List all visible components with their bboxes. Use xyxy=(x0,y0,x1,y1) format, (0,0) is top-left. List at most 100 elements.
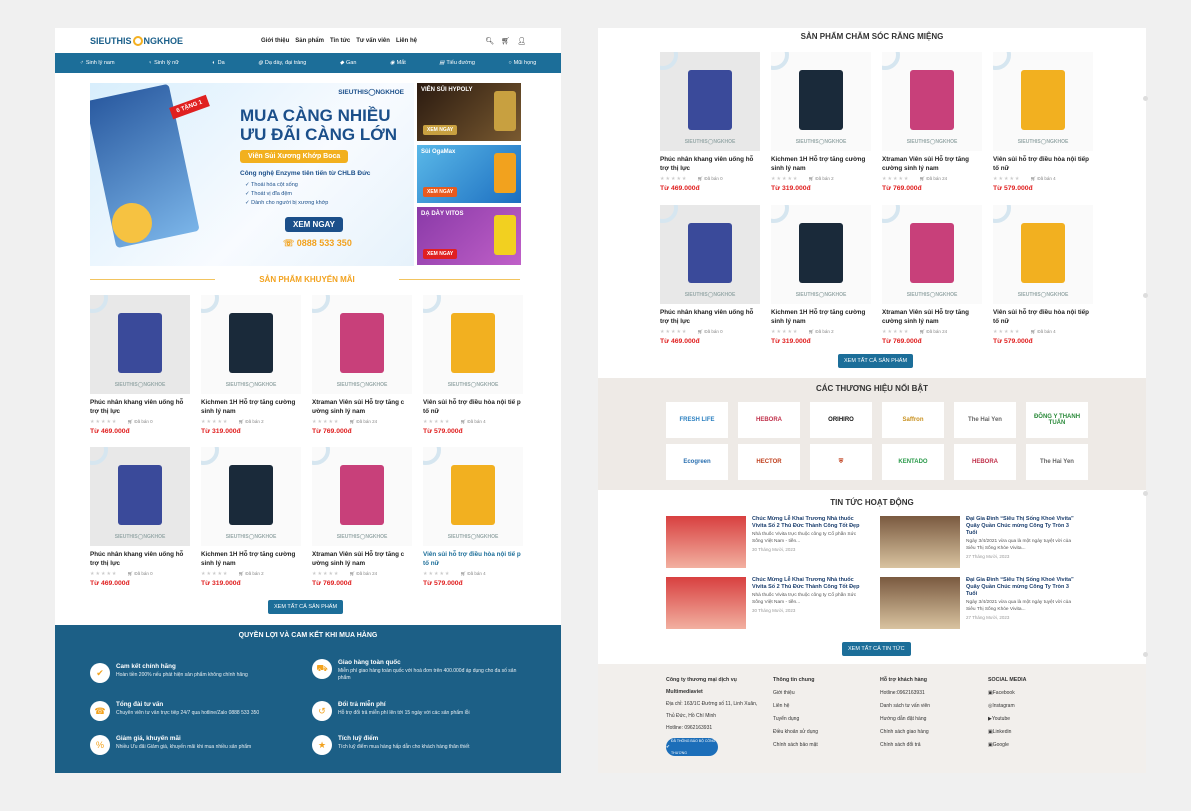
footer-link[interactable]: Chính sách giao hàng xyxy=(880,726,930,739)
category-item[interactable]: ○ Mũi họng xyxy=(508,60,536,66)
product-card[interactable]: SIEUTHIS◯NGKHOE Xtraman Viên sủi Hỗ trợ … xyxy=(882,205,982,355)
product-name[interactable]: Xtraman Viên sủi Hỗ trợ tăng c ường sinh… xyxy=(312,398,412,416)
product-image[interactable]: SIEUTHIS◯NGKHOE xyxy=(312,447,412,546)
product-name[interactable]: Xtraman Viên sủi Hỗ trợ tăng cường sinh … xyxy=(882,155,982,173)
footer-link[interactable]: Danh sách tư vấn viên xyxy=(880,700,930,713)
product-name[interactable]: Phúc nhân khang viên uống hỗ trợ thị lực xyxy=(660,155,760,173)
brand-logo[interactable]: HEBORA xyxy=(738,402,800,438)
product-image[interactable]: SIEUTHIS◯NGKHOE xyxy=(660,205,760,304)
scroll-dot[interactable] xyxy=(1143,293,1148,298)
product-card[interactable]: SIEUTHIS◯NGKHOE Kichmen 1H Hỗ trợ tăng c… xyxy=(201,447,301,597)
scroll-dot[interactable] xyxy=(1143,491,1148,496)
product-image[interactable]: SIEUTHIS◯NGKHOE xyxy=(660,52,760,151)
nav-item[interactable]: Tin tức xyxy=(330,38,350,44)
brand-logo[interactable]: ĐÔNG Y THANH TUẤN xyxy=(1026,402,1088,438)
footer-link[interactable]: Chính sách đổi trả xyxy=(880,739,930,752)
product-image[interactable]: SIEUTHIS◯NGKHOE xyxy=(882,52,982,151)
category-item[interactable]: ◍ Dạ dày, đại tràng xyxy=(258,60,306,66)
news-item[interactable]: Chúc Mừng Lễ Khai Trương Nhà thuốc Vivit… xyxy=(666,516,866,568)
product-card[interactable]: SIEUTHIS◯NGKHOE Xtraman Viên sủi Hỗ trợ … xyxy=(882,52,982,202)
nav-item[interactable]: Giới thiệu xyxy=(261,38,289,44)
view-all-products-button[interactable]: XEM TẤT CẢ SẢN PHẨM xyxy=(838,354,914,368)
site-logo[interactable]: SIEUTHIS NGKHOE xyxy=(90,35,183,46)
product-name[interactable]: Viên sủi hỗ trợ điều hòa nội tiế p tố nữ xyxy=(423,398,523,416)
category-item[interactable]: ♀ Sinh lý nữ xyxy=(148,60,179,66)
hero-banner[interactable]: 6 TẶNG 1 SIEUTHIS◯NGKHOE MUA CÀNG NHIỀU Ư… xyxy=(90,83,414,266)
product-name[interactable]: Viên sủi hỗ trợ điều hòa nội tiếp tố nữ xyxy=(993,155,1093,173)
nav-item[interactable]: Liên hệ xyxy=(396,38,417,44)
product-image[interactable]: SIEUTHIS◯NGKHOE xyxy=(993,205,1093,304)
product-card[interactable]: SIEUTHIS◯NGKHOE Phúc nhân khang viên uốn… xyxy=(660,52,760,202)
brand-logo[interactable]: ⛨ xyxy=(810,444,872,480)
product-card[interactable]: SIEUTHIS◯NGKHOE Phúc nhân khang viên uốn… xyxy=(660,205,760,355)
brand-logo[interactable]: The Hai Yen xyxy=(954,402,1016,438)
scroll-dot[interactable] xyxy=(1143,652,1148,657)
brand-logo[interactable]: Saffron xyxy=(882,402,944,438)
product-card[interactable]: SIEUTHIS◯NGKHOE Viên sủi hỗ trợ điều hòa… xyxy=(993,205,1093,355)
brand-logo[interactable]: The Hai Yen xyxy=(1026,444,1088,480)
product-card[interactable]: SIEUTHIS◯NGKHOE Phúc nhân khang viên uốn… xyxy=(90,295,190,445)
product-image[interactable]: SIEUTHIS◯NGKHOE xyxy=(993,52,1093,151)
search-icon[interactable]: 🔍︎ xyxy=(485,37,494,45)
footer-link[interactable]: Điều khoản sử dụng xyxy=(773,726,818,739)
product-card[interactable]: SIEUTHIS◯NGKHOE Viên sủi hỗ trợ điều hòa… xyxy=(423,447,523,597)
category-item[interactable]: ◐ Da xyxy=(212,60,224,66)
certified-badge[interactable]: ✔ ĐÃ THÔNG BÁO BỘ CÔNG THƯƠNG xyxy=(666,738,718,756)
footer-link[interactable]: Liên hệ xyxy=(773,700,818,713)
product-name[interactable]: Phúc nhân khang viên uống hỗ trợ thị lực xyxy=(90,398,190,416)
brand-logo[interactable]: ORIHIRO xyxy=(810,402,872,438)
product-image[interactable]: SIEUTHIS◯NGKHOE xyxy=(771,205,871,304)
product-name[interactable]: Kichmen 1H Hỗ trợ tăng cường sinh lý nam xyxy=(201,398,301,416)
product-name[interactable]: Xtraman Viên sủi Hỗ trợ tăng cường sinh … xyxy=(882,308,982,326)
product-image[interactable]: SIEUTHIS◯NGKHOE xyxy=(201,295,301,394)
nav-item[interactable]: Sản phẩm xyxy=(295,38,324,44)
footer-link[interactable]: Giới thiệu xyxy=(773,687,818,700)
product-name[interactable]: Viên sủi hỗ trợ điều hòa nội tiế p tố nữ xyxy=(423,550,523,568)
user-icon[interactable]: 👤︎ xyxy=(517,37,526,45)
side-banner[interactable]: DẠ DÀY VITOS XEM NGAY xyxy=(417,207,521,265)
brand-logo[interactable]: HECTOR xyxy=(738,444,800,480)
product-card[interactable]: SIEUTHIS◯NGKHOE Viên sủi hỗ trợ điều hòa… xyxy=(993,52,1093,202)
cart-icon[interactable]: 🛒︎ xyxy=(501,37,510,45)
side-banner[interactable]: VIÊN SỦI HYPOLY XEM NGAY xyxy=(417,83,521,141)
product-card[interactable]: SIEUTHIS◯NGKHOE Viên sủi hỗ trợ điều hòa… xyxy=(423,295,523,445)
category-item[interactable]: ◆ Gan xyxy=(340,60,357,66)
banner-cta-button[interactable]: XEM NGAY xyxy=(285,217,343,232)
footer-link[interactable]: ▣Facebook xyxy=(988,687,1026,700)
product-image[interactable]: SIEUTHIS◯NGKHOE xyxy=(423,447,523,546)
product-image[interactable]: SIEUTHIS◯NGKHOE xyxy=(312,295,412,394)
side-banner[interactable]: Sủi OgaMax XEM NGAY xyxy=(417,145,521,203)
footer-link[interactable]: Tuyển dụng xyxy=(773,713,818,726)
news-item[interactable]: Đại Gia Đình “Siêu Thị Sống Khoẻ Vivita”… xyxy=(880,577,1080,629)
product-card[interactable]: SIEUTHIS◯NGKHOE Kichmen 1H Hỗ trợ tăng c… xyxy=(771,52,871,202)
footer-link[interactable]: Hướng dẫn đặt hàng xyxy=(880,713,930,726)
product-name[interactable]: Phúc nhân khang viên uống hỗ trợ thị lực xyxy=(660,308,760,326)
brand-logo[interactable]: FRESH LIFE xyxy=(666,402,728,438)
product-card[interactable]: SIEUTHIS◯NGKHOE Kichmen 1H Hỗ trợ tăng c… xyxy=(201,295,301,445)
product-name[interactable]: Phúc nhân khang viên uống hỗ trợ thị lực xyxy=(90,550,190,568)
product-card[interactable]: SIEUTHIS◯NGKHOE Kichmen 1H Hỗ trợ tăng c… xyxy=(771,205,871,355)
product-image[interactable]: SIEUTHIS◯NGKHOE xyxy=(90,447,190,546)
category-item[interactable]: ♂ Sinh lý nam xyxy=(80,60,115,66)
footer-link[interactable]: ▶Youtube xyxy=(988,713,1026,726)
news-item[interactable]: Đại Gia Đình “Siêu Thị Sống Khoẻ Vivita”… xyxy=(880,516,1080,568)
side-banner-cta[interactable]: XEM NGAY xyxy=(423,187,458,197)
footer-link[interactable]: ▣Linkedin xyxy=(988,726,1026,739)
product-name[interactable]: Kichmen 1H Hỗ trợ tăng cường sinh lý nam xyxy=(201,550,301,568)
nav-item[interactable]: Tư vấn viên xyxy=(356,38,390,44)
brand-logo[interactable]: HEBORA xyxy=(954,444,1016,480)
brand-logo[interactable]: KENTADO xyxy=(882,444,944,480)
product-image[interactable]: SIEUTHIS◯NGKHOE xyxy=(423,295,523,394)
product-image[interactable]: SIEUTHIS◯NGKHOE xyxy=(882,205,982,304)
news-item[interactable]: Chúc Mừng Lễ Khai Trương Nhà thuốc Vivit… xyxy=(666,577,866,629)
view-all-news-button[interactable]: XEM TẤT CẢ TIN TỨC xyxy=(842,642,911,656)
product-card[interactable]: SIEUTHIS◯NGKHOE Phúc nhân khang viên uốn… xyxy=(90,447,190,597)
footer-link[interactable]: Hotline:0962163931 xyxy=(880,687,930,700)
product-image[interactable]: SIEUTHIS◯NGKHOE xyxy=(771,52,871,151)
view-all-products-button[interactable]: XEM TẤT CẢ SẢN PHẨM xyxy=(268,600,344,614)
side-banner-cta[interactable]: XEM NGAY xyxy=(423,125,458,135)
footer-link[interactable]: ◎Instagram xyxy=(988,700,1026,713)
product-image[interactable]: SIEUTHIS◯NGKHOE xyxy=(90,295,190,394)
footer-link[interactable]: ▣Google xyxy=(988,739,1026,752)
footer-link[interactable]: Chính sách bảo mật xyxy=(773,739,818,752)
